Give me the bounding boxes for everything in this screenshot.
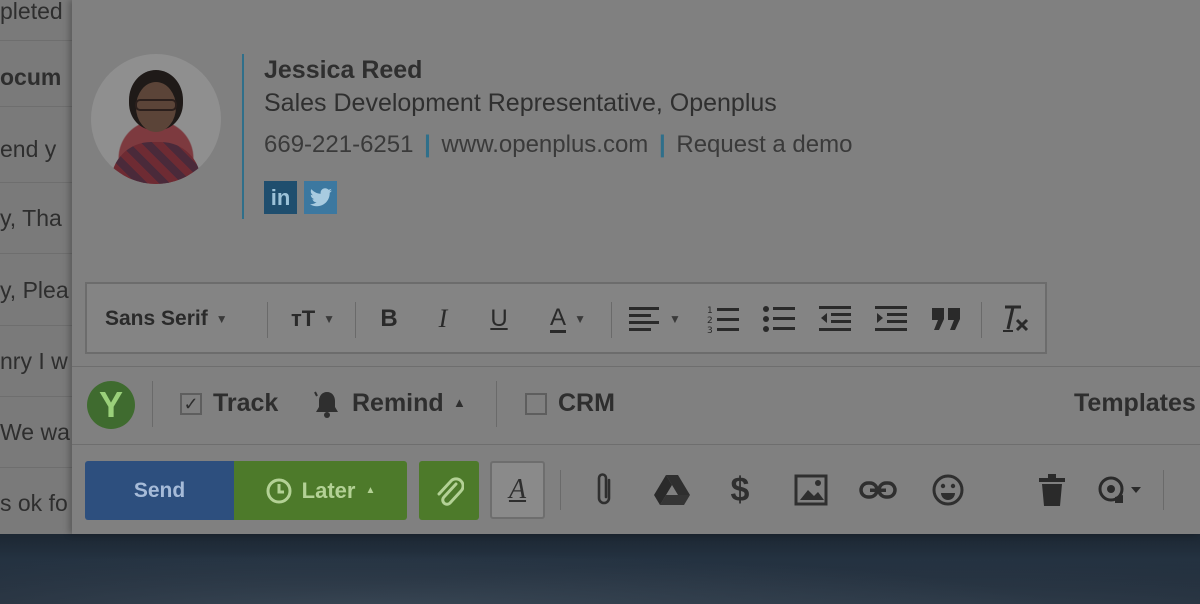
inbox-list: pleted ocum end y y, Tha y, Plea nry I w… — [0, 0, 75, 534]
divider — [72, 444, 1200, 445]
insert-money-button[interactable]: $ — [722, 468, 758, 512]
align-left-icon — [629, 307, 660, 331]
font-family-select[interactable]: Sans Serif ▼ — [105, 284, 255, 354]
insert-emoji-button[interactable] — [929, 468, 967, 512]
divider — [152, 381, 153, 427]
numbered-list-icon: 123 — [707, 306, 739, 334]
remove-formatting-button[interactable] — [993, 284, 1037, 354]
remove-formatting-icon — [1003, 305, 1029, 332]
linkedin-icon[interactable]: in — [264, 181, 297, 214]
paperclip-icon — [437, 476, 464, 506]
list-item[interactable]: nry I w — [0, 346, 75, 397]
chevron-down-icon: ▼ — [323, 312, 336, 326]
formatting-options-button[interactable]: A — [490, 461, 545, 519]
numbered-list-button[interactable]: 123 — [701, 284, 745, 354]
desktop-background — [0, 530, 1200, 604]
attach-files-button[interactable] — [587, 468, 621, 512]
signature-website-link[interactable]: www.openplus.com — [442, 131, 649, 158]
tracking-options-icon — [1098, 476, 1141, 503]
remind-label: Remind — [352, 389, 444, 417]
indent-more-button[interactable] — [869, 284, 913, 354]
align-button[interactable]: ▼ — [623, 284, 687, 354]
bold-button[interactable]: B — [369, 284, 409, 354]
request-demo-link[interactable]: Request a demo — [676, 131, 852, 158]
indent-more-icon — [875, 306, 907, 331]
insert-from-drive-button[interactable] — [652, 468, 692, 512]
text-size-icon: тT — [290, 306, 316, 331]
svg-text:3: 3 — [707, 326, 713, 334]
remind-button[interactable]: Remind ▲ — [313, 386, 473, 422]
bulleted-list-icon — [763, 306, 795, 332]
indent-less-icon — [819, 306, 851, 331]
divider — [496, 381, 497, 427]
indent-less-button[interactable] — [813, 284, 857, 354]
italic-button[interactable]: I — [423, 284, 463, 354]
quote-button[interactable] — [925, 284, 969, 354]
crm-checkbox[interactable] — [525, 393, 547, 415]
divider — [72, 366, 1200, 367]
signature-name: Jessica Reed — [264, 56, 423, 84]
twitter-icon[interactable] — [304, 181, 337, 214]
list-item[interactable]: end y — [0, 134, 75, 183]
attach-file-button[interactable] — [419, 461, 479, 520]
emoji-icon — [932, 474, 964, 506]
track-checkbox[interactable]: ✓ — [180, 393, 202, 415]
font-family-label: Sans Serif — [105, 307, 208, 330]
caret-up-icon: ▲ — [453, 395, 466, 410]
divider — [1163, 470, 1164, 510]
track-label[interactable]: Track — [213, 389, 278, 418]
separator: | — [658, 131, 666, 158]
link-icon — [859, 481, 897, 499]
signature-contact: 669-221-6251 | www.openplus.com | Reques… — [264, 131, 852, 159]
send-button[interactable]: Send — [85, 461, 234, 520]
google-drive-icon — [654, 475, 690, 505]
trash-icon — [1039, 474, 1065, 506]
svg-text:1: 1 — [707, 306, 713, 316]
signature-phone: 669-221-6251 — [264, 131, 414, 158]
list-item[interactable]: ocum — [0, 62, 75, 107]
crm-label[interactable]: CRM — [558, 389, 615, 418]
discard-draft-button[interactable] — [1036, 468, 1068, 512]
list-item[interactable]: y, Plea — [0, 275, 75, 326]
paperclip-icon — [597, 473, 611, 505]
clock-icon — [266, 478, 292, 503]
font-size-select[interactable]: тT ▼ — [279, 284, 347, 354]
yesware-logo-icon[interactable]: Y — [87, 381, 135, 429]
more-options-button[interactable] — [1095, 468, 1145, 512]
bell-icon — [314, 391, 338, 418]
bulleted-list-button[interactable] — [757, 284, 801, 354]
avatar — [91, 54, 221, 184]
list-item[interactable]: s ok fo — [0, 488, 75, 534]
chevron-down-icon: ▼ — [669, 312, 681, 326]
text-color-button[interactable]: A ▼ — [533, 284, 603, 354]
templates-button[interactable]: Templates — [1074, 389, 1196, 418]
formatting-toolbar: Sans Serif ▼ тT ▼ B I U A ▼ ▼ 123 — [85, 282, 1047, 354]
quote-icon — [932, 308, 960, 330]
photo-icon — [794, 474, 828, 506]
list-item[interactable]: We wa — [0, 417, 75, 468]
caret-up-icon: ▲ — [365, 485, 376, 496]
divider — [560, 470, 561, 510]
signature-divider — [242, 54, 244, 219]
chevron-down-icon: ▼ — [215, 312, 228, 326]
underline-button[interactable]: U — [479, 284, 519, 354]
list-item[interactable]: pleted — [0, 0, 75, 41]
signature-title: Sales Development Representative, Openpl… — [264, 89, 777, 117]
text-color-icon: A — [550, 303, 567, 333]
insert-photo-button[interactable] — [791, 468, 831, 512]
send-later-button[interactable]: Later ▲ — [234, 461, 407, 520]
separator: | — [424, 131, 431, 158]
later-label: Later — [301, 477, 356, 503]
chevron-down-icon: ▼ — [574, 312, 586, 326]
insert-link-button[interactable] — [857, 468, 899, 512]
list-item[interactable]: y, Tha — [0, 203, 75, 254]
svg-text:2: 2 — [707, 316, 713, 326]
